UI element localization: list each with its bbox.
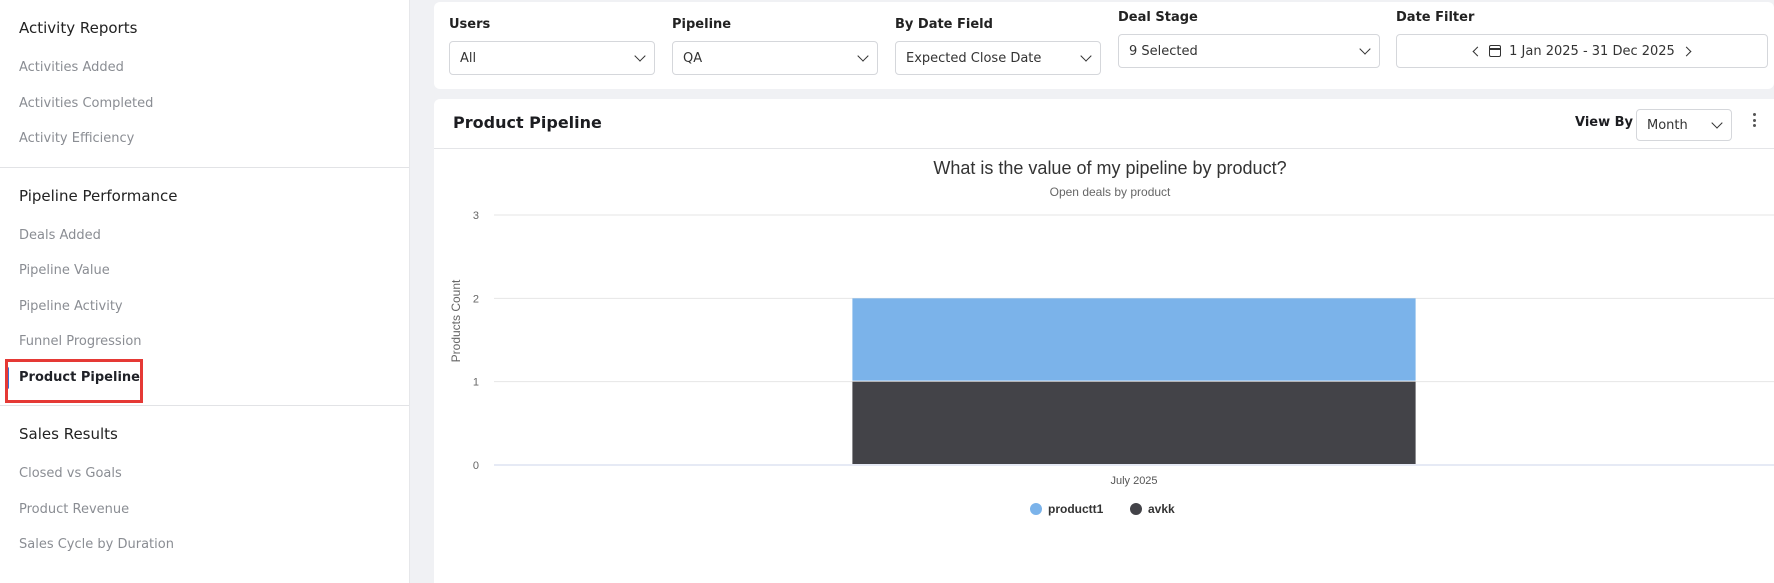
sidebar-section-activity-reports: Activity Reports Activities Added Activi… [0, 0, 409, 168]
sidebar-item-pipeline-value[interactable]: Pipeline Value [19, 253, 390, 289]
card-header: Product Pipeline View By Month [434, 99, 1774, 149]
y-tick-label: 2 [473, 293, 479, 305]
date-range-value: 1 Jan 2025 - 31 Dec 2025 [1509, 43, 1675, 59]
reports-sidebar: Activity Reports Activities Added Activi… [0, 0, 410, 583]
sidebar-item-funnel-progression[interactable]: Funnel Progression [19, 324, 390, 360]
sidebar-item-product-pipeline[interactable]: Product Pipeline [5, 358, 390, 402]
date-field-label: By Date Field [895, 17, 993, 32]
chevron-right-icon[interactable] [1681, 46, 1692, 56]
deal-stage-value: 9 Selected [1129, 43, 1198, 59]
sidebar-item-activities-added[interactable]: Activities Added [19, 50, 390, 86]
date-field-value: Expected Close Date [906, 50, 1042, 66]
users-label: Users [449, 17, 491, 32]
card-title: Product Pipeline [453, 113, 602, 132]
chart-legend: productt1 avkk [1030, 502, 1175, 516]
x-tick-label: July 2025 [1110, 475, 1157, 487]
date-filter-label: Date Filter [1396, 10, 1475, 25]
users-select[interactable]: All [449, 41, 655, 75]
product-pipeline-chart: What is the value of my pipeline by prod… [449, 158, 1774, 516]
chevron-down-icon [1359, 43, 1371, 55]
legend-marker-avkk[interactable] [1130, 503, 1142, 515]
pipeline-select[interactable]: QA [672, 41, 878, 75]
filter-bar: Users All Pipeline QA By Date Field Expe… [434, 2, 1774, 89]
y-tick-label: 0 [473, 460, 479, 472]
deal-stage-filter: Deal Stage 9 Selected [1118, 10, 1380, 68]
product-pipeline-card: Product Pipeline View By Month What is t… [434, 99, 1774, 583]
sidebar-item-closed-vs-goals[interactable]: Closed vs Goals [19, 456, 390, 492]
bar-productt1[interactable] [852, 298, 1416, 381]
deal-stage-select[interactable]: 9 Selected [1118, 34, 1380, 68]
y-tick-label: 3 [473, 210, 479, 222]
view-by-label: View By [1575, 115, 1634, 130]
sidebar-item-activity-efficiency[interactable]: Activity Efficiency [19, 121, 390, 157]
chart-subtitle: Open deals by product [1050, 185, 1171, 199]
pipeline-filter: Pipeline QA [672, 17, 878, 75]
chart-title: What is the value of my pipeline by prod… [933, 158, 1286, 178]
sidebar-item-sales-cycle-by-duration[interactable]: Sales Cycle by Duration [19, 527, 390, 563]
calendar-icon [1489, 45, 1502, 57]
users-value: All [460, 50, 477, 66]
date-range-picker[interactable]: 1 Jan 2025 - 31 Dec 2025 [1396, 34, 1768, 68]
deal-stage-label: Deal Stage [1118, 10, 1198, 25]
section-title: Pipeline Performance [19, 186, 178, 205]
date-filter: Date Filter 1 Jan 2025 - 31 Dec 2025 [1396, 10, 1768, 68]
chevron-down-icon [857, 50, 869, 62]
pipeline-label: Pipeline [672, 17, 732, 32]
chevron-down-icon [1080, 50, 1092, 62]
chevron-down-icon [1711, 117, 1723, 129]
legend-label-avkk[interactable]: avkk [1148, 502, 1175, 516]
date-field-filter: By Date Field Expected Close Date [895, 17, 1101, 75]
section-title: Sales Results [19, 425, 118, 443]
sidebar-item-pipeline-activity[interactable]: Pipeline Activity [19, 289, 390, 325]
chart-x-labels: July 2025 [1110, 475, 1157, 487]
more-options-icon[interactable] [1752, 113, 1756, 127]
bar-avkk[interactable] [852, 381, 1416, 464]
sidebar-item-product-revenue[interactable]: Product Revenue [19, 492, 390, 528]
pipeline-value: QA [683, 50, 703, 66]
legend-marker-productt1[interactable] [1030, 503, 1042, 515]
section-title: Activity Reports [19, 19, 138, 37]
sidebar-section-sales-results: Sales Results Closed vs Goals Product Re… [0, 406, 409, 573]
sidebar-item-activities-completed[interactable]: Activities Completed [19, 86, 390, 122]
view-by-select[interactable]: Month [1636, 109, 1732, 141]
chevron-left-icon[interactable] [1472, 46, 1483, 56]
sidebar-section-pipeline-performance: Pipeline Performance Deals Added Pipelin… [0, 168, 409, 406]
view-by-value: Month [1647, 117, 1688, 133]
legend-label-productt1[interactable]: productt1 [1048, 502, 1104, 516]
sidebar-item-deals-added[interactable]: Deals Added [19, 218, 390, 254]
users-filter: Users All [449, 17, 655, 75]
chevron-down-icon [634, 50, 646, 62]
date-field-select[interactable]: Expected Close Date [895, 41, 1101, 75]
y-axis-label: Products Count [449, 279, 463, 362]
y-tick-label: 1 [473, 377, 479, 389]
chart-bars [852, 298, 1416, 464]
